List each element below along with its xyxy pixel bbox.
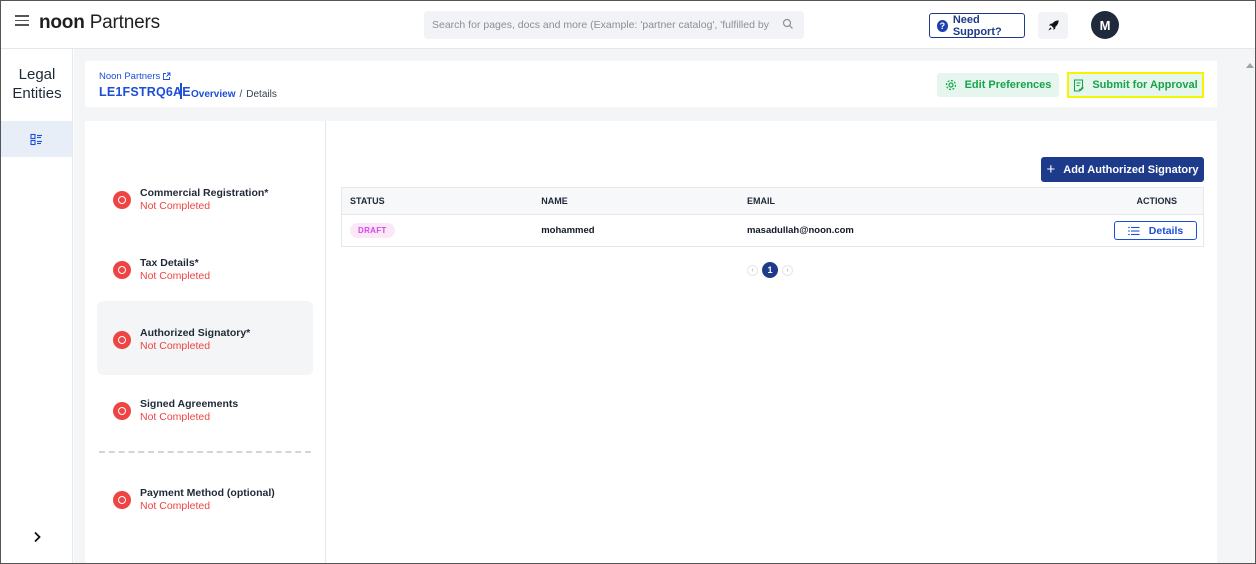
breadcrumb-current: Details: [246, 89, 277, 100]
error-icon: [113, 261, 131, 279]
left-rail: Legal Entities: [1, 49, 73, 563]
step-signed-agreements[interactable]: Signed Agreements Not Completed: [97, 372, 313, 446]
column-header-email: EMAIL: [738, 187, 1104, 215]
scroll-up-icon[interactable]: [1246, 63, 1254, 68]
add-authorized-signatory-button[interactable]: + Add Authorized Signatory: [1041, 157, 1204, 182]
error-icon: [113, 191, 131, 209]
breadcrumb: Overview / Details: [191, 89, 277, 100]
search-icon[interactable]: [782, 18, 794, 30]
app-frame: noon Partners ? Need Support? M Legal En…: [0, 0, 1256, 564]
next-page-button[interactable]: ›: [782, 264, 793, 276]
pagination: ‹ 1 ›: [747, 262, 793, 278]
plus-icon: +: [1046, 161, 1056, 178]
signatory-panel: + Add Authorized Signatory STATUS NAME E…: [327, 121, 1217, 563]
gear-icon: [945, 79, 956, 91]
column-header-name: NAME: [533, 187, 739, 215]
section-divider: [99, 451, 311, 453]
entity-id: LE1FSTRQ6AE: [99, 85, 191, 99]
need-support-label: Need Support?: [952, 13, 1002, 38]
signatory-email: masadullah@noon.com: [746, 225, 854, 236]
table-row: DRAFT mohammed masadullah@noon.com Detai…: [342, 215, 1204, 247]
search-bar[interactable]: [424, 11, 804, 39]
steps-sidebar: Commercial Registration* Not Completed T…: [85, 121, 326, 563]
noon-partners-link[interactable]: Noon Partners: [99, 71, 171, 82]
question-icon: ?: [937, 19, 948, 32]
edit-preferences-button[interactable]: Edit Preferences: [937, 73, 1059, 97]
search-input[interactable]: [424, 11, 769, 39]
step-tax-details[interactable]: Tax Details* Not Completed: [97, 231, 313, 305]
entity-divider: [180, 83, 182, 99]
breadcrumb-separator: /: [239, 89, 243, 100]
list-details-icon: [30, 133, 42, 145]
rocket-icon: [1047, 20, 1059, 31]
chevron-right-icon: [34, 531, 41, 543]
submit-for-approval-button[interactable]: Submit for Approval: [1067, 72, 1204, 98]
column-header-actions: ACTIONS: [1103, 187, 1204, 215]
expand-rail-button[interactable]: [27, 527, 47, 547]
step-authorized-signatory[interactable]: Authorized Signatory* Not Completed: [97, 301, 313, 375]
document-check-icon: [1074, 78, 1085, 92]
signatory-name: mohammed: [541, 225, 595, 236]
page-header: Noon Partners LE1FSTRQ6AE Overview / Detai…: [85, 61, 1217, 107]
error-icon: [113, 402, 131, 420]
rail-item-details[interactable]: [1, 121, 72, 157]
avatar[interactable]: M: [1091, 11, 1119, 39]
table-header-row: STATUS NAME EMAIL ACTIONS: [341, 187, 1204, 215]
details-button[interactable]: Details: [1114, 221, 1197, 240]
content-card: Commercial Registration* Not Completed T…: [85, 121, 1217, 563]
error-icon: [113, 491, 131, 509]
column-header-status: STATUS: [341, 187, 534, 215]
rail-title: Legal Entities: [12, 66, 62, 102]
need-support-button[interactable]: ? Need Support?: [929, 13, 1025, 38]
status-badge: DRAFT: [350, 223, 395, 238]
menu-icon[interactable]: [15, 15, 29, 29]
signatory-table: STATUS NAME EMAIL ACTIONS DRAFT mohammed…: [341, 187, 1204, 247]
breadcrumb-overview-link[interactable]: Overview: [191, 89, 235, 100]
top-bar: noon Partners ? Need Support? M: [1, 1, 1255, 49]
noon-partners-logo[interactable]: noon Partners: [39, 12, 160, 34]
list-icon: [1127, 226, 1140, 235]
external-link-icon: [163, 72, 171, 80]
error-icon: [113, 331, 131, 349]
rocket-button[interactable]: [1038, 12, 1068, 39]
step-payment-method[interactable]: Payment Method (optional) Not Completed: [97, 461, 313, 535]
scrollbar[interactable]: [1245, 49, 1255, 563]
prev-page-button[interactable]: ‹: [747, 264, 758, 276]
page-1-button[interactable]: 1: [762, 262, 778, 278]
step-commercial-registration[interactable]: Commercial Registration* Not Completed: [97, 161, 313, 235]
